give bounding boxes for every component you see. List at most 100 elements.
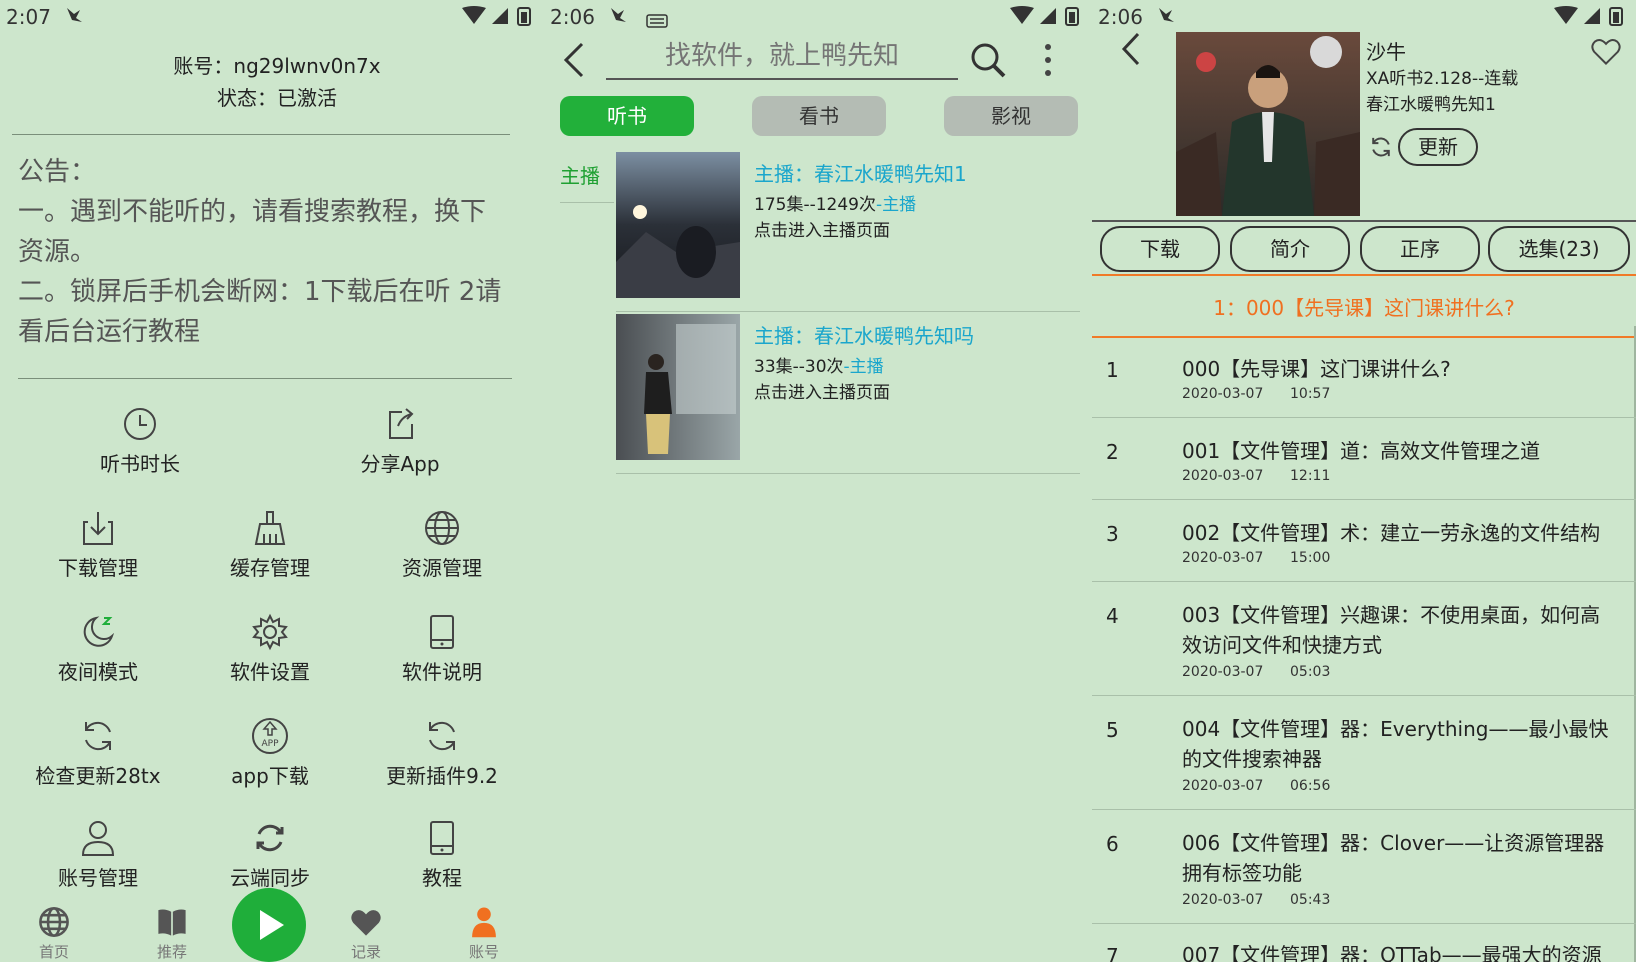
play-icon xyxy=(260,910,284,940)
search-result-item[interactable]: 主播：春江水暖鸭先知1 175集--1249次-主播 点击进入主播页面 xyxy=(616,152,1080,312)
software-info-button[interactable]: 软件说明 xyxy=(362,612,522,685)
notice-board: 公告： 一。遇到不能听的，请看搜索教程，换下 资源。 二。锁屏后手机会断网：1下… xyxy=(18,152,528,352)
divider xyxy=(560,202,614,203)
cache-manager-button[interactable]: 缓存管理 xyxy=(190,508,350,581)
search-button[interactable] xyxy=(968,40,1008,84)
grid-label: app下载 xyxy=(231,764,309,788)
album-source: XA听书2.128--连载 xyxy=(1366,69,1519,89)
enter-host-page-link[interactable]: 点击进入主播页面 xyxy=(754,216,890,241)
episode-time: 05:43 xyxy=(1290,892,1331,908)
nav-account[interactable]: 账号 xyxy=(444,905,524,962)
moon-icon xyxy=(78,612,118,652)
episode-row[interactable]: 2 001【文件管理】道：高效文件管理之道 2020-03-07 12:11 xyxy=(1092,418,1636,500)
bottom-navigation: 首页 推荐 记录 账号 xyxy=(0,872,544,962)
download-button[interactable]: 下载 xyxy=(1100,226,1220,272)
more-menu-button[interactable] xyxy=(1042,42,1054,82)
download-manager-button[interactable]: 下载管理 xyxy=(18,508,178,581)
update-plugin-button[interactable]: 更新插件9.2 xyxy=(362,716,522,789)
nav-label: 记录 xyxy=(350,943,381,961)
back-button[interactable] xyxy=(562,42,586,82)
divider xyxy=(1092,274,1636,276)
search-panel: 2:06 听书 看书 影视 主播 主播：春江水暖鸭先知1 175集--1249次… xyxy=(544,0,1092,962)
episode-number: 7 xyxy=(1106,944,1119,962)
notice-line: 一。遇到不能听的，请看搜索教程，换下 xyxy=(18,197,487,227)
result-tag: -主播 xyxy=(843,357,884,377)
tablet-icon xyxy=(422,612,462,652)
notification-bird-icon xyxy=(64,4,86,26)
play-button[interactable] xyxy=(232,888,306,962)
episode-select-button[interactable]: 选集(23) xyxy=(1488,226,1630,272)
episode-time: 05:03 xyxy=(1290,664,1331,680)
account-id: 账号：ng29lwnv0n7x xyxy=(173,54,381,78)
sort-order-button[interactable]: 正序 xyxy=(1360,226,1480,272)
night-mode-button[interactable]: 夜间模式 xyxy=(18,612,178,685)
tab-books[interactable]: 看书 xyxy=(752,96,886,136)
search-field[interactable] xyxy=(606,36,958,80)
episode-row[interactable]: 6 006【文件管理】器：Clover——让资源管理器 拥有标签功能 2020-… xyxy=(1092,810,1636,924)
episode-row[interactable]: 7 007【文件管理】器：QTTab——最强大的资源 xyxy=(1092,924,1636,962)
episode-title-cont: 效访问文件和快捷方式 xyxy=(1182,633,1382,657)
update-button[interactable]: 更新 xyxy=(1398,128,1478,166)
album-title: 沙牛 xyxy=(1366,40,1406,64)
tab-audiobook[interactable]: 听书 xyxy=(560,96,694,136)
album-subtitle: XA听书2.128--连载 春江水暖鸭先知1 xyxy=(1366,66,1518,118)
nav-label: 首页 xyxy=(38,943,69,961)
nav-history[interactable]: 记录 xyxy=(326,905,406,962)
episode-row[interactable]: 5 004【文件管理】器：Everything——最小最快 的文件搜索神器 20… xyxy=(1092,696,1636,810)
grid-label: 分享App xyxy=(360,452,440,476)
search-result-item[interactable]: 主播：春江水暖鸭先知吗 33集--30次-主播 点击进入主播页面 xyxy=(616,314,1080,474)
search-icon xyxy=(971,43,1006,78)
nav-recommend[interactable]: 推荐 xyxy=(132,905,212,962)
divider xyxy=(616,311,1080,312)
category-host-label[interactable]: 主播 xyxy=(560,160,600,189)
notification-bird-icon xyxy=(608,4,630,26)
intro-button[interactable]: 简介 xyxy=(1230,226,1350,272)
grid-label: 下载管理 xyxy=(58,556,138,580)
grid-label: 软件设置 xyxy=(230,660,310,684)
resource-manager-button[interactable]: 资源管理 xyxy=(362,508,522,581)
broom-icon xyxy=(250,508,290,548)
grid-label: 软件说明 xyxy=(402,660,482,684)
app-download-button[interactable]: APP app下载 xyxy=(190,716,350,789)
status-bar: 2:06 xyxy=(1092,0,1636,34)
software-settings-button[interactable]: 软件设置 xyxy=(190,612,350,685)
search-input[interactable] xyxy=(606,36,958,76)
result-count: 175集--1249次 xyxy=(754,195,876,215)
system-status-icons xyxy=(1004,6,1084,26)
host-name: 主播：春江水暖鸭先知吗 xyxy=(754,324,974,348)
episode-row[interactable]: 1 000【先导课】这门课讲什么? 2020-03-07 10:57 xyxy=(1092,336,1636,418)
status-time: 2:07 xyxy=(6,5,51,29)
grid-label: 听书时长 xyxy=(100,452,180,476)
favorite-button[interactable] xyxy=(1590,36,1622,70)
refresh-icon[interactable] xyxy=(1368,134,1394,164)
enter-host-page-link[interactable]: 点击进入主播页面 xyxy=(754,378,890,403)
app-icon: APP xyxy=(250,716,290,756)
tablet-icon xyxy=(422,818,462,858)
episode-title: 003【文件管理】兴趣课：不使用桌面，如何高 xyxy=(1182,603,1601,627)
check-update-button[interactable]: 检查更新28tx xyxy=(18,716,178,789)
tab-video[interactable]: 影视 xyxy=(944,96,1078,136)
listen-duration-button[interactable]: 听书时长 xyxy=(60,404,220,477)
nav-home[interactable]: 首页 xyxy=(14,905,94,962)
episode-time: 15:00 xyxy=(1290,550,1331,566)
back-button[interactable] xyxy=(1120,32,1142,70)
svg-text:APP: APP xyxy=(261,739,279,749)
episode-row[interactable]: 4 003【文件管理】兴趣课：不使用桌面，如何高 效访问文件和快捷方式 2020… xyxy=(1092,582,1636,696)
system-status-icons xyxy=(1548,6,1628,26)
episode-date: 2020-03-07 xyxy=(1182,550,1264,566)
episode-date: 2020-03-07 xyxy=(1182,778,1264,794)
album-detail-panel: 2:06 沙牛 XA听书2.128--连载 春江水暖鸭先知1 更新 下载 简介 … xyxy=(1092,0,1636,962)
episode-title: 006【文件管理】器：Clover——让资源管理器 xyxy=(1182,831,1605,855)
person-icon xyxy=(472,907,496,938)
result-tag: -主播 xyxy=(875,195,917,215)
share-app-button[interactable]: 分享App xyxy=(320,404,480,477)
episode-row[interactable]: 3 002【文件管理】术：建立一劳永逸的文件结构 2020-03-07 15:0… xyxy=(1092,500,1636,582)
result-meta: 175集--1249次-主播 xyxy=(754,190,916,215)
result-thumbnail xyxy=(616,314,740,460)
episode-title: 000【先导课】这门课讲什么? xyxy=(1182,357,1451,381)
account-panel: 2:07 账号：ng29lwnv0n7x 状态：已激活 公告： 一。遇到不能听的… xyxy=(0,0,544,962)
notice-line: 看后台运行教程 xyxy=(18,317,201,347)
nav-label: 推荐 xyxy=(156,943,187,961)
status-time: 2:06 xyxy=(550,5,595,29)
episode-time: 10:57 xyxy=(1290,386,1331,402)
